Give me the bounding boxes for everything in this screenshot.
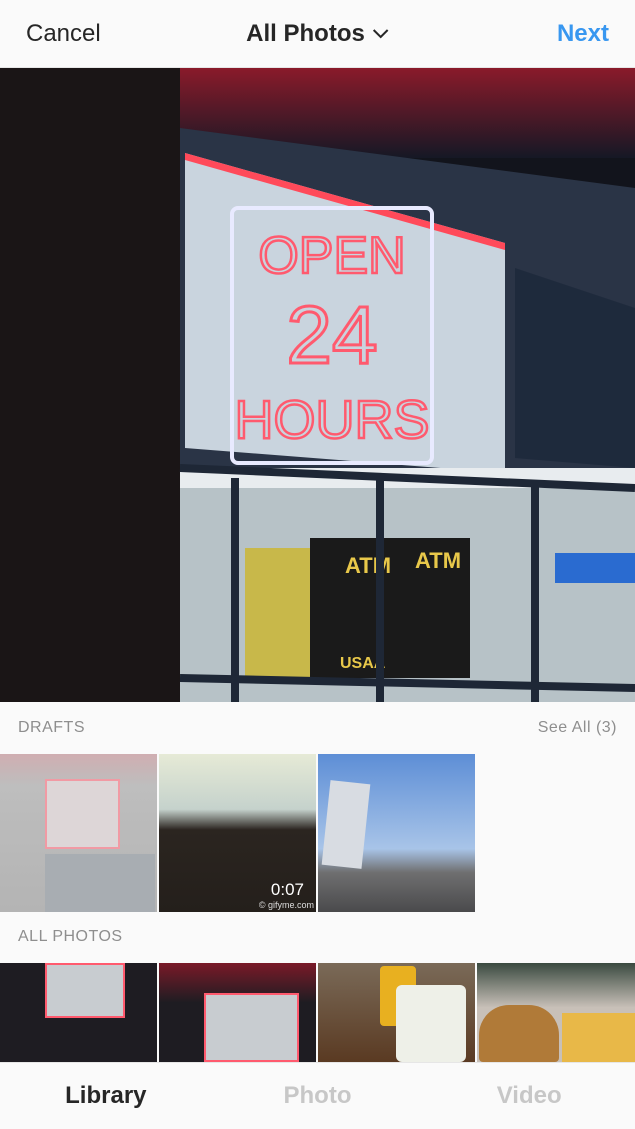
neon-24: 24: [286, 290, 377, 381]
photo-thumbnail-2[interactable]: [159, 963, 316, 1062]
cancel-button[interactable]: Cancel: [26, 20, 101, 48]
header: Cancel All Photos Next: [0, 0, 635, 68]
watermark: © gifyme.com: [258, 900, 314, 910]
draft-thumbnail-1[interactable]: [0, 754, 157, 912]
tab-photo[interactable]: Photo: [212, 1063, 424, 1129]
next-button[interactable]: Next: [557, 20, 609, 48]
atm-sign-1: ATM: [345, 553, 391, 578]
neon-hours: HOURS: [234, 390, 429, 450]
all-photos-header: ALL PHOTOS: [0, 912, 635, 962]
draft-thumbnail-3[interactable]: [318, 754, 475, 912]
tab-video[interactable]: Video: [423, 1063, 635, 1129]
all-photos-label: ALL PHOTOS: [18, 928, 123, 945]
photo-thumbnail-3[interactable]: [318, 963, 475, 1062]
atm-sign-2: ATM: [415, 548, 461, 573]
photo-thumbnail-1[interactable]: [0, 963, 157, 1062]
see-all-drafts-button[interactable]: See All (3): [538, 719, 617, 737]
bottom-tab-bar: Library Photo Video: [0, 1062, 635, 1129]
chevron-down-icon: [373, 28, 389, 38]
drafts-label: DRAFTS: [18, 719, 85, 736]
photo-thumbnail-4[interactable]: [477, 963, 635, 1062]
video-duration: 0:07: [270, 880, 304, 899]
preview-image: OPEN 24 HOURS ATM ATM USAA: [0, 68, 635, 702]
drafts-header: DRAFTS See All (3): [0, 703, 635, 753]
album-selector[interactable]: All Photos: [246, 20, 389, 48]
tab-library[interactable]: Library: [0, 1063, 212, 1129]
photo-preview[interactable]: OPEN 24 HOURS ATM ATM USAA: [0, 68, 635, 702]
neon-open: OPEN: [258, 227, 405, 285]
album-title: All Photos: [246, 19, 365, 47]
draft-thumbnail-2[interactable]: 0:07 © gifyme.com: [159, 754, 316, 912]
